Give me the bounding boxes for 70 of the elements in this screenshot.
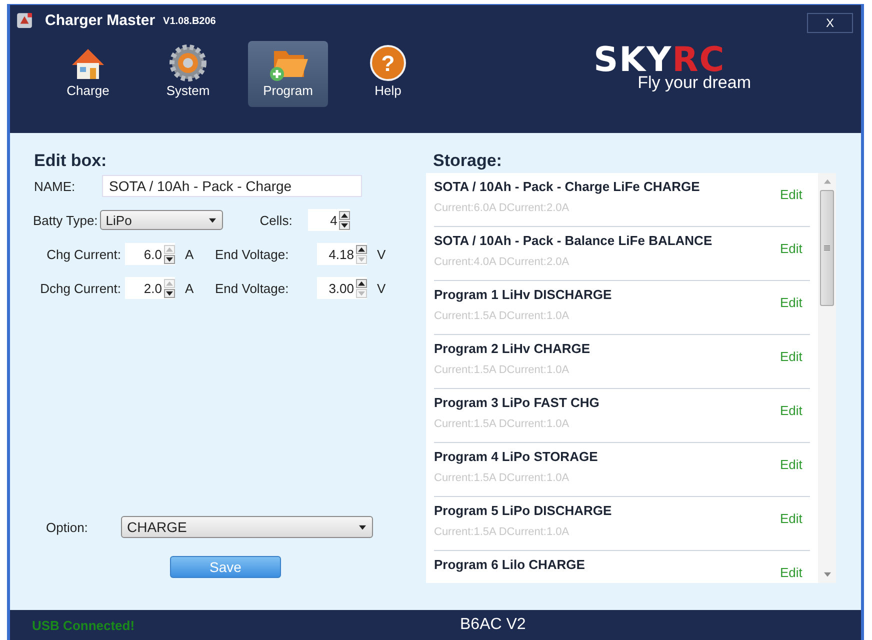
unit-label: V (377, 280, 387, 296)
caret-icon (208, 218, 216, 222)
field-label: Dchg Current: (39, 280, 121, 296)
spin-down-icon[interactable] (164, 254, 175, 264)
program-details: Current:1.5A DCurrent:1.0A (434, 526, 570, 538)
program-details: Current:1.5A DCurrent:1.0A (434, 418, 570, 430)
field-label: Cells: (260, 212, 292, 228)
program-name: SOTA / 10Ah - Pack - Balance LiFe BALANCE (434, 233, 714, 248)
program-name: SOTA / 10Ah - Pack - Charge LiFe CHARGE (434, 179, 701, 194)
connection-status: USB Connected! (32, 618, 136, 632)
option-dropdown[interactable]: CHARGE (121, 516, 373, 538)
name-field[interactable]: SOTA / 10Ah - Pack - Charge (102, 175, 362, 197)
app-icon (16, 12, 33, 28)
program-details: Current:1.5A DCurrent:1.0A (434, 364, 570, 376)
spin-up-icon[interactable] (339, 210, 350, 220)
field-label: Batty Type: (33, 212, 98, 228)
program-details: Current:1.5A DCurrent:1.0A (434, 310, 570, 322)
spinner-field[interactable]: 4.18 (317, 243, 367, 265)
field-label: Option: (46, 520, 89, 534)
window-title: Charger Master (45, 12, 156, 28)
unit-label: A (185, 280, 195, 296)
spin-up-icon[interactable] (356, 278, 367, 288)
program-details: Current:4.0A DCurrent:2.0A (434, 256, 570, 268)
edit-link[interactable]: Edit (780, 565, 810, 580)
scrollbar-thumb[interactable] (820, 190, 834, 306)
grip-icon (824, 245, 830, 251)
program-details: Current:1.5A DCurrent:1.0A (434, 472, 570, 484)
edit-link[interactable]: Edit (780, 295, 810, 310)
program-name: Program 6 Lilo CHARGE (434, 557, 586, 572)
program-name: Program 5 LiPo DISCHARGE (434, 503, 613, 518)
scroll-down-icon (824, 572, 830, 577)
spin-down-icon[interactable] (164, 288, 175, 298)
unit-label: V (377, 246, 387, 262)
program-details: Current:6.0A DCurrent:2.0A (434, 202, 570, 214)
toolbar-button[interactable]: Charge (48, 41, 128, 107)
spinner-field[interactable]: 4 (308, 209, 350, 231)
spinner-field[interactable]: 2.0 (125, 277, 175, 299)
toolbar-button[interactable]: ? Help (348, 41, 428, 107)
edit-link[interactable]: Edit (780, 403, 810, 418)
scrollbar[interactable] (818, 173, 836, 583)
section-title: Edit box: (34, 151, 108, 171)
scroll-up-icon (824, 179, 830, 184)
caret-icon (359, 524, 366, 530)
spin-up-icon[interactable] (356, 244, 367, 254)
unit-label: A (185, 246, 195, 262)
edit-link[interactable]: Edit (780, 511, 810, 526)
field-label: Chg Current: (46, 246, 121, 262)
battery-type-dropdown[interactable]: LiPo (100, 210, 223, 230)
field-label: End Voltage: (215, 280, 290, 296)
version-label: V1.08.B206 (163, 16, 216, 27)
field-label: NAME: (34, 178, 76, 194)
edit-link[interactable]: Edit (780, 457, 810, 472)
field-label: End Voltage: (215, 246, 290, 262)
toolbar-button[interactable]: Program (248, 41, 328, 107)
program-name: Program 1 LiHv DISCHARGE (434, 287, 613, 302)
program-name: Program 4 LiPo STORAGE (434, 449, 599, 464)
program-name: Program 2 LiHv CHARGE (434, 341, 592, 356)
device-name: B6AC V2 (460, 616, 526, 634)
spinner-field[interactable]: 3.00 (317, 277, 367, 299)
edit-link[interactable]: Edit (780, 187, 810, 202)
spin-down-icon[interactable] (339, 220, 350, 230)
help-icon: ? (368, 43, 408, 83)
close-button[interactable]: X (807, 13, 853, 33)
program-name: Program 3 LiPo FAST CHG (434, 395, 600, 410)
gear-icon (168, 43, 208, 83)
toolbar-button[interactable]: System (148, 41, 228, 107)
edit-link[interactable]: Edit (780, 241, 810, 256)
spinner-field[interactable]: 6.0 (125, 243, 175, 265)
edit-link[interactable]: Edit (780, 349, 810, 364)
section-title: Storage: (433, 151, 503, 171)
